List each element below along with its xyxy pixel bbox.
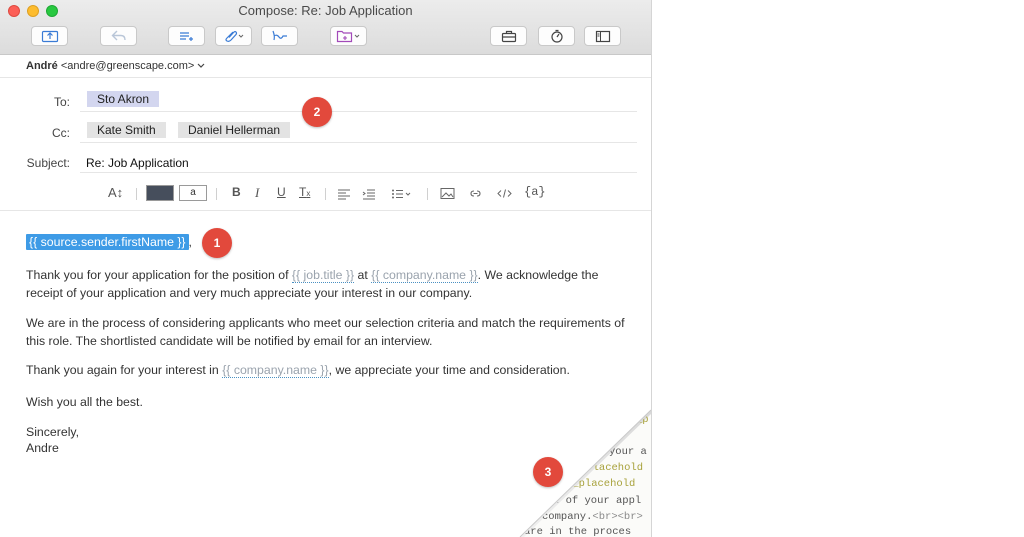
sign-off: Sincerely, [26, 425, 80, 439]
format-list-button[interactable] [168, 26, 205, 46]
sidebar-toggle-button[interactable] [584, 26, 621, 46]
code-icon[interactable] [497, 187, 512, 200]
italic-button[interactable]: I [255, 185, 259, 201]
greeting-line: {{ source.sender.firstName }}, [26, 234, 626, 252]
reply-button[interactable] [100, 26, 137, 46]
from-email: <andre@greenscape.com> [60, 60, 195, 72]
sender-firstname-token[interactable]: {{ source.sender.firstName }} [26, 234, 189, 250]
separator [136, 188, 137, 200]
cc-label: Cc: [52, 126, 70, 140]
callout-badge-2: 2 [302, 97, 332, 127]
align-left-icon[interactable] [337, 188, 351, 200]
code-line: company.<br><br> [542, 511, 643, 523]
timer-icon [550, 29, 563, 43]
paragraph-text: Thank you again for your interest in [26, 363, 223, 377]
paragraph-text: Thank you for your application for the p… [26, 268, 292, 282]
paperclip-icon [224, 31, 243, 42]
code-line: _placehold [580, 462, 644, 474]
insert-variable-button[interactable]: {a} [524, 185, 546, 199]
send-icon [41, 30, 58, 43]
code-line: _p [636, 414, 649, 426]
greeting-tail: , [188, 235, 192, 249]
signature-icon [271, 30, 287, 41]
separator [216, 188, 217, 200]
compose-window: Compose: Re: Job Application André <andr… [0, 0, 652, 537]
to-label: To: [53, 95, 70, 109]
paragraph: Thank you for your application for the p… [26, 267, 626, 302]
briefcase-button[interactable] [490, 26, 527, 46]
divider [80, 172, 637, 173]
reply-arrow-icon [111, 30, 126, 41]
font-size-button[interactable]: A↕ [108, 185, 123, 200]
bold-button[interactable]: B [232, 185, 241, 199]
background-color-swatch[interactable]: a [179, 185, 207, 201]
sidebar-icon [595, 30, 610, 42]
company-name-token[interactable]: {{ company.name }} [371, 268, 478, 283]
paragraph: Wish you all the best. [26, 395, 143, 409]
code-line: your a [609, 446, 647, 458]
paragraph-text: , we appreciate your time and considerat… [328, 363, 570, 377]
underline-button[interactable]: U [277, 185, 286, 199]
clear-format-button[interactable]: Tx [299, 185, 310, 199]
send-button[interactable] [31, 26, 68, 46]
paragraph-text: at [354, 268, 372, 282]
text-color-swatch[interactable] [146, 185, 174, 201]
separator [325, 188, 326, 200]
from-selector[interactable]: André <andre@greenscape.com> [0, 55, 651, 78]
callout-badge-3: 3 [533, 457, 563, 487]
folder-icon [336, 30, 359, 43]
code-line: t of your appl [553, 495, 642, 507]
link-icon[interactable] [468, 187, 483, 200]
cc-recipient-chip[interactable]: Daniel Hellerman [178, 122, 291, 138]
snooze-button[interactable] [538, 26, 575, 46]
company-name-token[interactable]: {{ company.name }} [222, 363, 329, 378]
indent-icon[interactable] [362, 188, 376, 200]
image-icon[interactable] [440, 187, 455, 200]
job-title-token[interactable]: {{ job.title }} [291, 268, 355, 283]
callout-badge-1: 1 [202, 228, 232, 258]
bullet-list-icon[interactable] [391, 188, 413, 200]
window-title: Compose: Re: Job Application [238, 3, 413, 18]
subject-input[interactable]: Re: Job Application [86, 156, 189, 170]
subject-label: Subject: [26, 156, 70, 170]
move-to-folder-button[interactable] [330, 26, 367, 46]
attachment-button[interactable] [215, 26, 252, 46]
briefcase-icon [501, 30, 516, 42]
paragraph: We are in the process of considering app… [26, 316, 625, 348]
list-add-icon [179, 32, 193, 41]
divider [80, 142, 637, 143]
chevron-down-icon [197, 63, 205, 68]
divider [80, 111, 637, 112]
title-bar: Compose: Re: Job Application [0, 0, 651, 55]
formatting-toolbar: A↕ a B I U Tx {a} [0, 178, 651, 211]
code-line: b_placehold [566, 478, 636, 490]
paragraph: Thank you again for your interest in {{ … [26, 362, 626, 380]
separator [427, 188, 428, 200]
cc-recipient-chip[interactable]: Kate Smith [87, 122, 166, 138]
from-name: André [26, 60, 58, 72]
signature-name: Andre [26, 441, 59, 455]
code-line: are in the proces [524, 526, 632, 537]
to-recipient-chip[interactable]: Sto Akron [87, 91, 160, 107]
signature-button[interactable] [261, 26, 298, 46]
